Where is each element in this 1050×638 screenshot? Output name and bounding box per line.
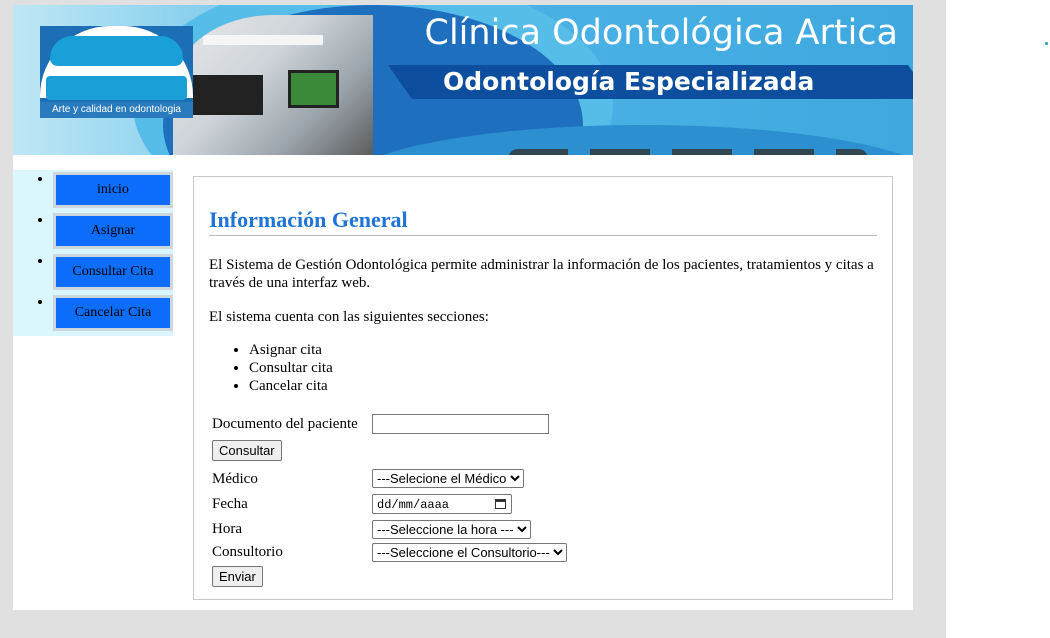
header-banner: Arte y calidad en odontologia Clínica Od… xyxy=(13,5,913,155)
date-input[interactable]: dd/mm/aaaa xyxy=(372,494,512,514)
nav-item-inicio: inicio xyxy=(53,170,173,211)
nav-item-cancelar-cita: Cancelar Cita xyxy=(53,293,173,334)
sections-intro: El sistema cuenta con las siguientes sec… xyxy=(209,309,489,325)
nav-list: inicio Asignar Consultar Cita Cancelar C… xyxy=(13,170,173,334)
site-subtitle: Odontología Especializada xyxy=(443,67,815,96)
sidebar-nav: inicio Asignar Consultar Cita Cancelar C… xyxy=(13,170,173,336)
main-content: Información General El Sistema de Gestió… xyxy=(193,176,893,600)
nav-link-cancelar-cita[interactable]: Cancelar Cita xyxy=(53,295,173,331)
page-container: Arte y calidad en odontologia Clínica Od… xyxy=(13,5,913,610)
site-title: Clínica Odontológica Artica xyxy=(424,13,898,53)
list-item: Cancelar cita xyxy=(249,377,333,395)
logo-wave xyxy=(50,36,183,66)
ceiling-light xyxy=(203,35,323,45)
nav-item-asignar: Asignar xyxy=(53,211,173,252)
consult-row: Consultar xyxy=(212,440,282,461)
clinic-photo xyxy=(173,15,373,155)
cabinet xyxy=(183,75,263,115)
nav-link-asignar[interactable]: Asignar xyxy=(53,213,173,249)
clinic-logo: Arte y calidad en odontologia xyxy=(40,26,193,118)
monitor xyxy=(288,70,339,108)
logo-tagline: Arte y calidad en odontologia xyxy=(40,102,193,118)
nav-item-consultar-cita: Consultar Cita xyxy=(53,252,173,293)
time-select[interactable]: ---Seleccione la hora --- xyxy=(372,520,531,539)
list-item: Asignar cita xyxy=(249,341,333,359)
doctor-select[interactable]: ---Selecione el Médico xyxy=(372,469,524,488)
time-label: Hora xyxy=(212,521,242,537)
document-input[interactable] xyxy=(372,414,549,434)
logo-wordmark xyxy=(46,76,187,100)
banner-decoration xyxy=(508,149,868,155)
sections-list: Asignar cita Consultar cita Cancelar cit… xyxy=(209,341,333,395)
page-title: Información General xyxy=(209,207,877,236)
doctor-label: Médico xyxy=(212,471,258,487)
office-select[interactable]: ---Seleccione el Consultorio--- xyxy=(372,543,567,562)
intro-paragraph: El Sistema de Gestión Odontológica permi… xyxy=(209,257,874,291)
submit-button[interactable]: Enviar xyxy=(212,566,263,587)
calendar-icon[interactable] xyxy=(495,499,506,509)
consult-button[interactable]: Consultar xyxy=(212,440,282,461)
nav-link-inicio[interactable]: inicio xyxy=(53,172,173,208)
nav-link-consultar-cita[interactable]: Consultar Cita xyxy=(53,254,173,290)
date-placeholder: dd/mm/aaaa xyxy=(377,498,450,512)
office-label: Consultorio xyxy=(212,544,283,560)
document-label: Documento del paciente xyxy=(212,416,358,432)
submit-row: Enviar xyxy=(212,566,263,587)
list-item: Consultar cita xyxy=(249,359,333,377)
decorative-dot xyxy=(1045,42,1048,45)
date-label: Fecha xyxy=(212,496,248,512)
